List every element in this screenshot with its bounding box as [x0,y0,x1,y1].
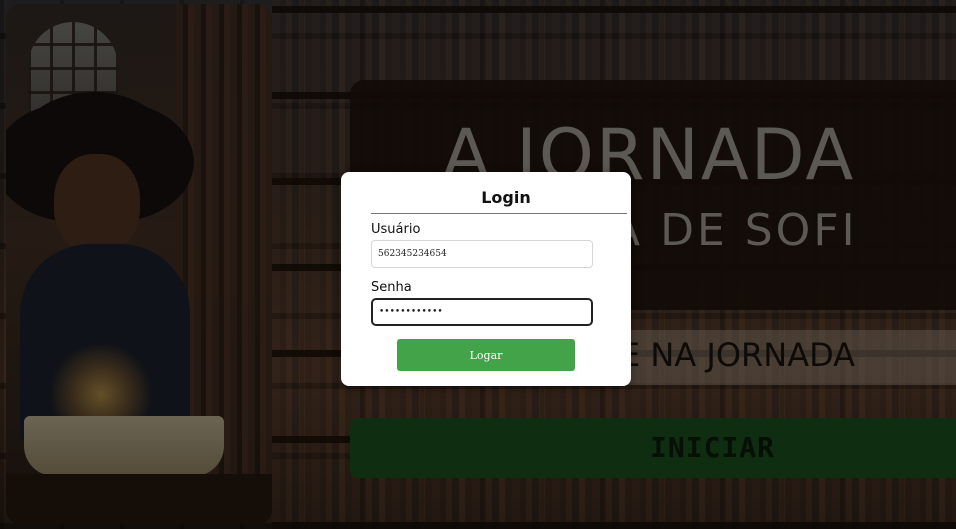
username-input[interactable] [371,240,593,268]
login-modal: Login Usuário Senha Logar [341,172,631,386]
password-input[interactable] [371,298,593,326]
login-title: Login [481,188,531,207]
password-label: Senha [371,280,412,295]
page: A JORNADA A DE SOFI E NA JORNADA INICIAR… [0,0,956,529]
login-button[interactable]: Logar [397,339,575,371]
username-label: Usuário [371,222,421,237]
login-title-divider [371,213,627,214]
